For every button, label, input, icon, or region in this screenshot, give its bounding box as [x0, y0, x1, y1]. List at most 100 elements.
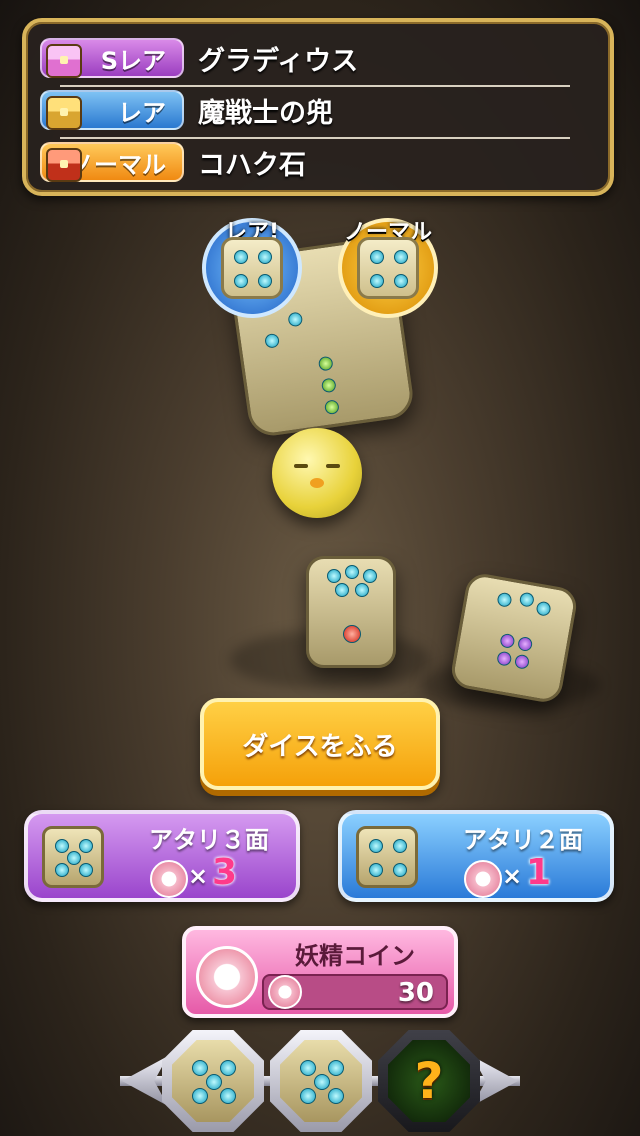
multiply-sign: ×: [188, 862, 209, 890]
option-title: アタリ３面: [149, 826, 269, 854]
unknown-die-slot: ?: [388, 1040, 470, 1122]
die-pip: [206, 1074, 222, 1090]
reward-row-normal: ノーマル コハク石: [40, 140, 600, 184]
die-pip: [394, 250, 408, 264]
option-title: アタリ２面: [463, 826, 583, 854]
rarity-label: ノーマル: [70, 150, 166, 179]
dice-slot-1: [162, 1030, 264, 1132]
dice-slot-2: [270, 1030, 372, 1132]
die-pip: [518, 591, 535, 608]
die-pip: [328, 1088, 344, 1104]
die-pip: [55, 863, 69, 877]
die-pip: [369, 839, 383, 853]
fairy-eye: [326, 464, 340, 468]
die-pip: [220, 1060, 236, 1076]
die-pip: [55, 839, 69, 853]
die-pip: [67, 851, 81, 865]
rarity-label: レア: [118, 98, 166, 127]
die-pip: [369, 863, 383, 877]
table-die-right: [448, 571, 580, 705]
die-pip: [355, 583, 369, 597]
die-five-icon: [280, 1040, 362, 1122]
die-pip: [496, 591, 513, 608]
rarity-tag-rare: レア: [40, 90, 184, 130]
die-pip: [287, 311, 304, 328]
fairy-eye: [294, 464, 308, 468]
die-pip: [393, 863, 407, 877]
reward-item-name: グラディウス: [198, 45, 359, 77]
die-pip: [264, 332, 280, 349]
die-pip: [314, 1074, 330, 1090]
question-mark-icon: ?: [414, 1052, 444, 1110]
rarity-tag-srare: Sレア: [40, 38, 184, 78]
option-cost: 3: [212, 852, 238, 893]
die-pip: [343, 625, 361, 643]
die-pip: [258, 274, 272, 288]
fairy-coin-icon: [196, 946, 258, 1008]
coin-balance-bar: 30: [262, 974, 448, 1010]
die-pip: [323, 399, 340, 416]
die-four-icon: [221, 237, 283, 299]
die-pip: [327, 569, 341, 583]
divider: [60, 137, 570, 139]
die-icon: [42, 826, 104, 888]
divider: [60, 85, 570, 87]
die-pip: [345, 565, 359, 579]
fairy-character: [272, 428, 362, 518]
reward-item-name: 魔戦士の兜: [198, 97, 333, 129]
die-pip: [328, 1060, 344, 1076]
option-two-faces-button[interactable]: アタリ２面 × 1: [338, 810, 614, 902]
die-pip: [234, 274, 248, 288]
die-pip: [363, 569, 377, 583]
die-pip: [499, 632, 516, 650]
normal-die-badge: ノーマル: [338, 218, 438, 318]
treasure-chest-icon: [46, 148, 82, 182]
coin-balance: 30: [397, 978, 434, 1008]
option-three-faces-button[interactable]: アタリ３面 × 3: [24, 810, 300, 902]
roll-dice-button[interactable]: ダイスをふる: [200, 698, 440, 790]
die-pip: [535, 600, 552, 617]
die-pip: [79, 839, 93, 853]
die-pip: [258, 250, 272, 264]
reward-list-panel: Sレア グラディウス レア 魔戦士の兜 ノーマル コハク石: [22, 18, 614, 196]
die-pip: [517, 635, 534, 653]
roll-dice-button-label: ダイスをふる: [242, 731, 398, 762]
die-pip: [300, 1060, 316, 1076]
fairy-coin-icon: [150, 860, 188, 898]
die-pip: [317, 355, 334, 372]
die-pip: [496, 650, 513, 667]
dice-slot-3: ?: [378, 1030, 480, 1132]
die-pip: [394, 274, 408, 288]
treasure-chest-icon: [46, 44, 82, 78]
option-cost: 1: [526, 852, 552, 893]
die-pip: [192, 1088, 208, 1104]
die-pip: [234, 250, 248, 264]
table-die-left: [306, 556, 396, 668]
die-pip: [79, 863, 93, 877]
reward-row-rare: レア 魔戦士の兜: [40, 88, 600, 139]
fairy-coin-icon: [268, 975, 302, 1009]
rarity-tag-normal: ノーマル: [40, 142, 184, 182]
die-pip: [300, 1088, 316, 1104]
treasure-chest-icon: [46, 96, 82, 130]
fairy-coin-icon: [464, 860, 502, 898]
reward-item-name: コハク石: [198, 149, 306, 181]
die-pip: [320, 377, 337, 394]
multiply-sign: ×: [502, 862, 523, 890]
die-pip: [393, 839, 407, 853]
die-icon: [356, 826, 418, 888]
rarity-label: Sレア: [100, 46, 166, 75]
die-pip: [370, 250, 384, 264]
reward-row-srare: Sレア グラディウス: [40, 36, 600, 87]
rare-die-badge: レア!: [202, 218, 302, 318]
coin-title: 妖精コイン: [295, 942, 415, 970]
die-pip: [192, 1060, 208, 1076]
die-pip: [513, 653, 531, 670]
die-pip: [370, 274, 384, 288]
die-four-icon: [357, 237, 419, 299]
fairy-beak: [310, 478, 324, 488]
die-five-icon: [172, 1040, 254, 1122]
die-pip: [220, 1088, 236, 1104]
fairy-coin-panel: 妖精コイン 30: [182, 926, 458, 1018]
die-pip: [335, 583, 349, 597]
